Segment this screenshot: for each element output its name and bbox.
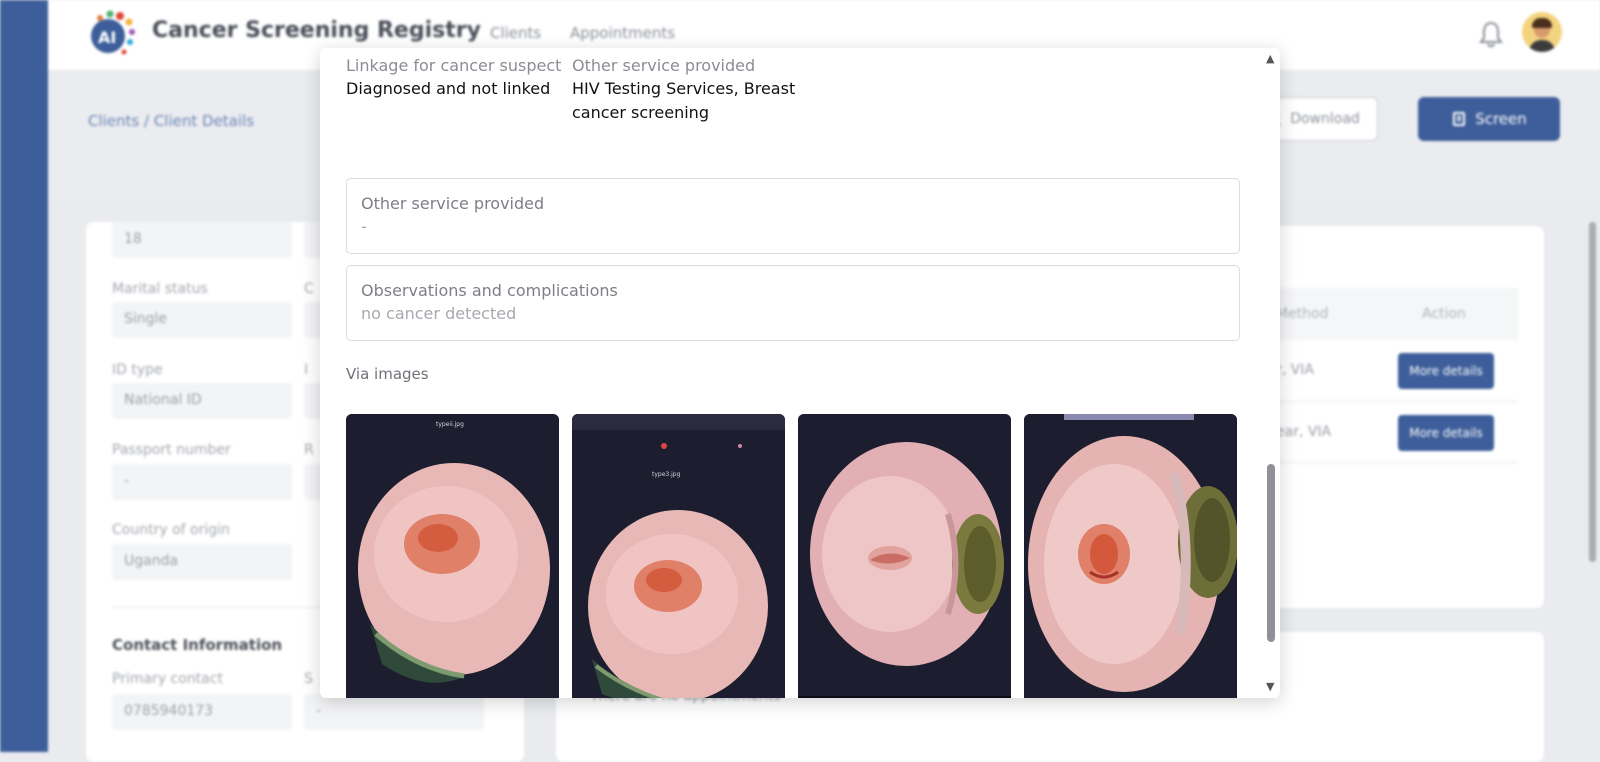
contact-section-title: Contact Information [112,636,283,654]
observations-box: Observations and complications no cancer… [346,265,1240,341]
via-image-4[interactable] [1024,414,1237,698]
marital-status-label: Marital status [112,281,208,297]
download-label: Download [1290,111,1360,127]
via-images-gallery: typeii.jpg type3.jpg [346,414,1240,698]
screening-method-2: ear, VIA [1276,424,1332,440]
observations-value: no cancer detected [361,304,517,323]
passport-label: Passport number [112,442,231,458]
screen-label: Screen [1475,110,1527,128]
other-service-box-value: - [361,217,367,236]
via-image-2[interactable]: type3.jpg [572,414,785,698]
scroll-down-arrow-icon[interactable]: ▼ [1266,680,1274,693]
screen-icon [1453,112,1466,126]
scroll-up-arrow-icon[interactable]: ▲ [1266,52,1274,65]
image-caption: typeii.jpg [436,421,464,428]
nav-appointments[interactable]: Appointments [570,24,675,42]
notification-bell-icon[interactable] [1478,20,1504,48]
nav-clients[interactable]: Clients [490,24,541,42]
other-service-label: Other service provided [572,56,756,75]
secondary-contact-field: - [304,694,484,730]
row-divider [1262,462,1518,463]
col2-label-4: S [304,671,313,687]
other-service-box: Other service provided - [346,178,1240,254]
linkage-label: Linkage for cancer suspect [346,56,562,75]
id-type-label: ID type [112,362,163,378]
screening-method-1: r, VIA [1276,362,1314,378]
modal-scrollbar[interactable]: ▲ ▼ [1262,48,1280,698]
primary-contact-field: 0785940173 [112,694,292,730]
country-field: Uganda [112,544,292,580]
page-scrollbar[interactable] [1586,204,1600,752]
col2-label-1: C [304,281,314,297]
user-avatar[interactable] [1522,12,1562,52]
marital-status-field: Single [112,302,292,338]
row-divider [1262,401,1518,402]
screen-button[interactable]: Screen [1418,97,1560,141]
app-logo-icon: AI [91,10,135,55]
via-image-3[interactable] [798,414,1011,698]
observations-label: Observations and complications [361,281,618,300]
image-caption: type3.jpg [652,471,681,478]
via-image-1[interactable]: typeii.jpg [346,414,559,698]
via-images-label: Via images [346,365,429,383]
other-service-value-line1: HIV Testing Services, Breast [572,79,796,98]
breadcrumb[interactable]: Clients / Client Details [88,112,254,130]
screening-details-modal: Linkage for cancer suspect Diagnosed and… [320,48,1280,698]
other-service-box-label: Other service provided [361,194,545,213]
age-field: 18 [112,222,292,258]
col2-label-3: R [304,442,314,458]
method-header: Method [1276,306,1329,322]
primary-contact-label: Primary contact [112,671,223,687]
app-title: Cancer Screening Registry [152,18,481,43]
id-type-field: National ID [112,383,292,419]
svg-text:AI: AI [98,28,116,47]
scrollbar-thumb[interactable] [1267,464,1275,642]
linkage-value: Diagnosed and not linked [346,79,551,98]
sidebar [0,0,48,752]
col2-label-2: I [304,362,309,378]
other-service-value-line2: cancer screening [572,103,709,122]
action-header: Action [1422,306,1466,322]
more-details-button-2[interactable]: More details [1398,415,1494,451]
country-label: Country of origin [112,522,230,538]
passport-field: - [112,464,292,500]
more-details-button-1[interactable]: More details [1398,353,1494,389]
